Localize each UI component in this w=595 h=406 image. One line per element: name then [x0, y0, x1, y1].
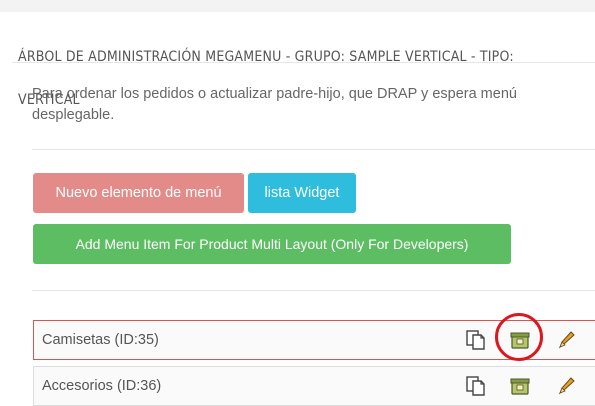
add-product-menu-item-button[interactable]: Add Menu Item For Product Multi Layout (… [33, 224, 511, 264]
menu-tree-item[interactable]: Accesorios (ID:36) [33, 366, 595, 406]
widget-list-button[interactable]: lista Widget [248, 173, 356, 213]
new-menu-item-button[interactable]: Nuevo elemento de menú [33, 173, 244, 213]
top-strip [0, 0, 595, 12]
duplicate-icon[interactable] [465, 375, 487, 397]
menu-item-label: Camisetas (ID:35) [42, 332, 159, 348]
title-divider [12, 62, 595, 63]
menu-item-label: Accesorios (ID:36) [42, 378, 162, 394]
widget-icon[interactable] [509, 375, 531, 397]
pencil-icon[interactable] [555, 375, 577, 397]
highlight-circle [495, 313, 543, 361]
divider [32, 149, 595, 150]
divider [32, 290, 595, 291]
duplicate-icon[interactable] [465, 329, 487, 351]
instruction-text: Para ordenar los pedidos o actualizar pa… [32, 86, 517, 123]
pencil-icon[interactable] [555, 329, 577, 351]
